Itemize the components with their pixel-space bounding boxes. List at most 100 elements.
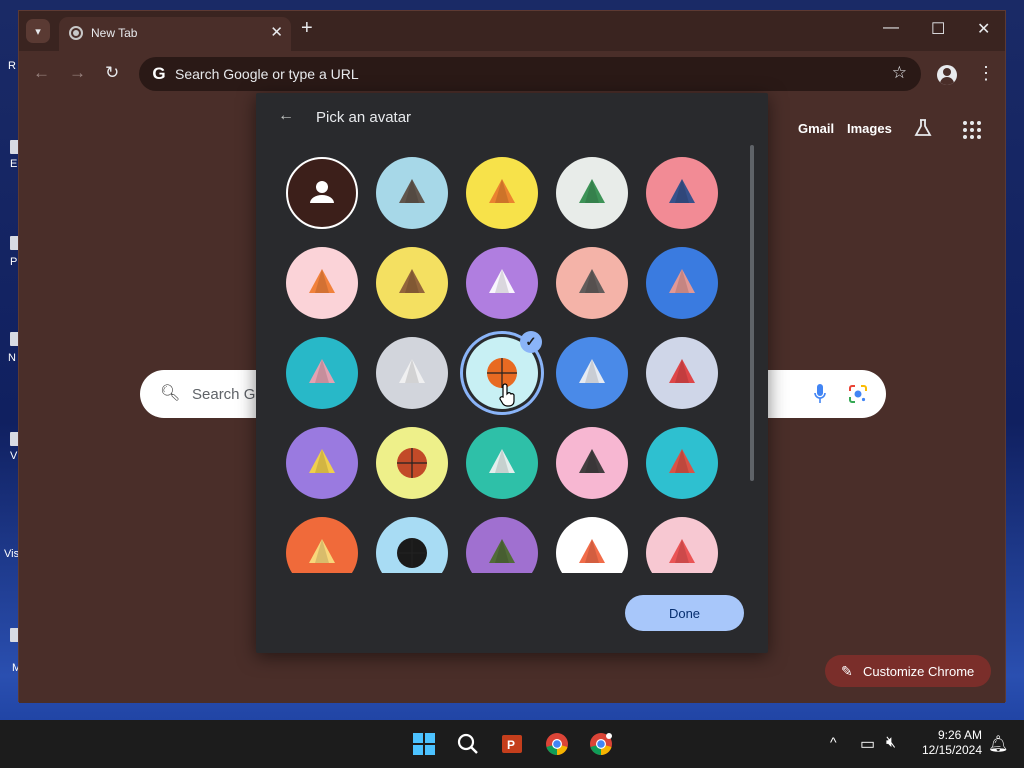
pencil-icon: ✎: [841, 663, 853, 679]
hand-cursor-icon: [499, 383, 515, 407]
avatar-unicorn[interactable]: [376, 337, 448, 409]
gmail-link[interactable]: Gmail: [798, 121, 834, 136]
avatar-monkey[interactable]: [376, 247, 448, 319]
avatar-grid-viewport[interactable]: ✓: [276, 153, 746, 573]
tab-search-button[interactable]: ▾: [26, 19, 50, 43]
avatar-default[interactable]: [286, 157, 358, 229]
icecream-icon: [669, 539, 695, 563]
tab-new-tab[interactable]: New Tab ✕: [59, 17, 291, 51]
avatar-dragon[interactable]: [556, 157, 628, 229]
forward-button[interactable]: →: [69, 63, 86, 83]
notification-bell-icon[interactable]: 🔔︎: [988, 734, 1008, 754]
chevron-down-icon: ▾: [35, 25, 41, 38]
avatar-butterfly[interactable]: [646, 247, 718, 319]
reload-button[interactable]: ↻: [105, 63, 119, 83]
butterfly-icon: [669, 269, 695, 293]
desktop-icon-label: Vis: [4, 548, 20, 560]
chrome-favicon-icon: [69, 26, 83, 40]
network-icon[interactable]: ▭: [860, 734, 875, 754]
tray-overflow-icon[interactable]: ^: [830, 734, 837, 750]
sunglasses-icon: [579, 449, 605, 473]
chrome-icon[interactable]: [545, 732, 569, 756]
penguin-icon: [579, 269, 605, 293]
svg-text:P: P: [507, 738, 515, 752]
avatar-sunglasses[interactable]: [556, 427, 628, 499]
avatar-cat[interactable]: [376, 157, 448, 229]
labs-flask-icon[interactable]: [914, 119, 932, 137]
avatar-bird[interactable]: [646, 337, 718, 409]
football-icon: [397, 448, 427, 478]
mic-icon[interactable]: [814, 384, 826, 404]
lens-camera-icon[interactable]: [848, 384, 868, 404]
search-icon[interactable]: [456, 732, 480, 756]
done-button[interactable]: Done: [625, 595, 744, 631]
desktop-icon-label: R: [8, 60, 16, 72]
back-button[interactable]: ←: [33, 63, 50, 83]
avatar-picker-dialog: ← Pick an avatar ✓ Done: [256, 93, 768, 653]
chrome-profile-icon[interactable]: [589, 732, 613, 756]
avatar-vinyl[interactable]: [376, 517, 448, 573]
windows-start-icon[interactable]: [412, 732, 436, 756]
apps-grid-icon[interactable]: [963, 121, 981, 139]
avatar-watermelon[interactable]: [556, 517, 628, 573]
checkmark-icon: ✓: [520, 331, 542, 353]
menu-icon[interactable]: ⋮: [977, 63, 995, 84]
cat-icon: [399, 179, 425, 203]
avatar-fox[interactable]: [286, 247, 358, 319]
new-tab-button[interactable]: +: [301, 17, 313, 40]
desktop-icon-label: N: [8, 352, 16, 364]
avatar-penguin[interactable]: [556, 247, 628, 319]
panda-icon: [489, 269, 515, 293]
avocado-icon: [489, 539, 515, 563]
cheese-icon: [309, 449, 335, 473]
desktop-icon-label: V: [10, 450, 18, 462]
toolbar: ← → ↻ G Search Google or type a URL ☆ ⋮: [19, 51, 1005, 97]
avatar-burger[interactable]: [466, 427, 538, 499]
profile-icon[interactable]: [937, 65, 957, 85]
avatar-sushi[interactable]: [646, 427, 718, 499]
clock[interactable]: 9:26 AM 12/15/2024: [920, 728, 982, 758]
avatar-icecream[interactable]: [646, 517, 718, 573]
maximize-button[interactable]: ☐: [931, 19, 945, 39]
avatar-football[interactable]: [376, 427, 448, 499]
back-arrow-icon[interactable]: ←: [278, 107, 294, 125]
star-icon[interactable]: ☆: [892, 63, 907, 83]
google-g-icon: G: [152, 64, 166, 83]
window-close-button[interactable]: ✕: [977, 19, 990, 39]
powerpoint-icon[interactable]: P: [500, 732, 524, 756]
default-icon: [310, 181, 334, 203]
avatar-bike[interactable]: [556, 337, 628, 409]
rabbit-icon: [309, 359, 335, 383]
scrollbar-thumb[interactable]: [750, 145, 754, 481]
avatar-corgi[interactable]: [466, 157, 538, 229]
minimize-button[interactable]: —: [883, 19, 899, 37]
avatar-tamagotchi[interactable]: [286, 517, 358, 573]
desktop-icon-label: E: [10, 158, 18, 170]
images-link[interactable]: Images: [847, 121, 892, 136]
bike-icon: [579, 359, 605, 383]
avatar-elephant[interactable]: [646, 157, 718, 229]
desktop-icon-label: P: [10, 256, 18, 268]
avatar-cheese[interactable]: [286, 427, 358, 499]
avatar-panda[interactable]: [466, 247, 538, 319]
dialog-title: Pick an avatar: [316, 109, 412, 126]
omnibox[interactable]: G Search Google or type a URL ☆: [139, 57, 921, 91]
sushi-icon: [669, 449, 695, 473]
customize-chrome-button[interactable]: ✎ Customize Chrome: [825, 655, 991, 687]
burger-icon: [489, 449, 515, 473]
desktop-icons: R E P N V Vis M: [0, 40, 21, 690]
tab-strip: ▾ New Tab ✕ + — ☐ ✕: [19, 11, 1005, 51]
unicorn-icon: [399, 359, 425, 383]
corgi-icon: [489, 179, 515, 203]
clock-date: 12/15/2024: [921, 743, 982, 757]
tamagotchi-icon: [309, 539, 335, 563]
dragon-icon: [579, 179, 605, 203]
bird-icon: [669, 359, 695, 383]
close-icon[interactable]: ✕: [270, 23, 283, 41]
customize-chrome-label: Customize Chrome: [863, 663, 975, 679]
avatar-rabbit[interactable]: [286, 337, 358, 409]
avatar-avocado[interactable]: [466, 517, 538, 573]
volume-muted-icon[interactable]: 🔇︎: [886, 734, 896, 752]
monkey-icon: [399, 269, 425, 293]
elephant-icon: [669, 179, 695, 203]
